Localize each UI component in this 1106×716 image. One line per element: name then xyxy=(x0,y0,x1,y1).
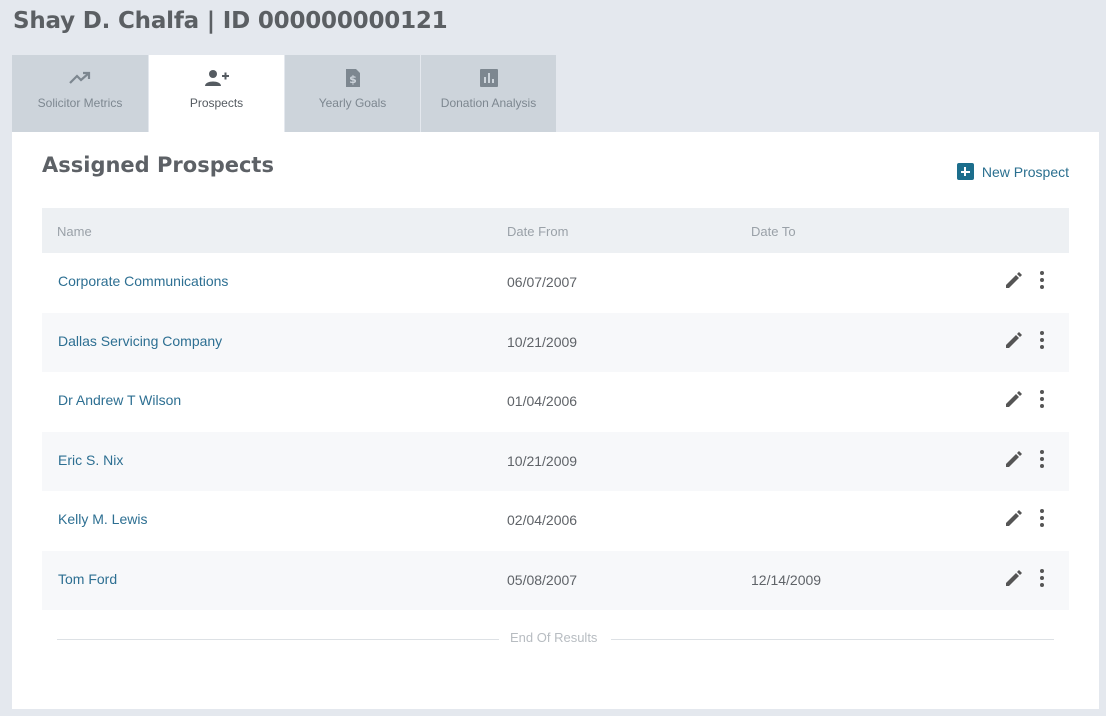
divider xyxy=(57,639,499,640)
table-row: Tom Ford 05/08/2007 12/14/2009 xyxy=(42,550,1069,610)
more-options-icon[interactable] xyxy=(1037,508,1047,533)
prospects-panel: Assigned Prospects New Prospect Name Dat… xyxy=(12,132,1099,709)
edit-icon[interactable] xyxy=(1004,270,1024,295)
date-from-cell: 06/07/2007 xyxy=(507,274,578,290)
column-header-date-to[interactable]: Date To xyxy=(751,224,796,239)
date-from-cell: 05/08/2007 xyxy=(507,571,578,588)
end-of-results: End Of Results xyxy=(57,630,1054,650)
tab-yearly-goals[interactable]: $ Yearly Goals xyxy=(284,55,420,132)
tab-label: Yearly Goals xyxy=(318,96,387,110)
bar-chart-icon xyxy=(479,67,498,89)
table-row: Dr Andrew T Wilson 01/04/2006 xyxy=(42,372,1069,432)
edit-icon[interactable] xyxy=(1004,449,1024,474)
add-person-icon xyxy=(204,67,230,89)
new-prospect-label: New Prospect xyxy=(981,163,1069,180)
table-row: Kelly M. Lewis 02/04/2006 xyxy=(42,491,1069,551)
prospect-name-link[interactable]: Eric S. Nix xyxy=(58,452,123,468)
table-header: Name Date From Date To xyxy=(42,208,1069,253)
table-row: Eric S. Nix 10/21/2009 xyxy=(42,431,1069,491)
more-options-icon[interactable] xyxy=(1037,389,1047,414)
edit-icon[interactable] xyxy=(1004,389,1024,414)
tab-donation-analysis[interactable]: Donation Analysis xyxy=(420,55,556,132)
edit-icon[interactable] xyxy=(1004,568,1024,593)
tab-prospects[interactable]: Prospects xyxy=(148,55,284,132)
prospect-name-link[interactable]: Kelly M. Lewis xyxy=(58,511,147,527)
date-to-cell: 12/14/2009 xyxy=(751,571,822,588)
more-options-icon[interactable] xyxy=(1037,568,1047,593)
date-from-cell: 10/21/2009 xyxy=(507,333,578,350)
edit-icon[interactable] xyxy=(1004,508,1024,533)
tab-label: Solicitor Metrics xyxy=(37,96,123,110)
tab-solicitor-metrics[interactable]: Solicitor Metrics xyxy=(12,55,148,132)
svg-text:$: $ xyxy=(349,73,357,86)
tab-label: Donation Analysis xyxy=(440,96,537,110)
column-header-date-from[interactable]: Date From xyxy=(507,224,568,239)
more-options-icon[interactable] xyxy=(1037,330,1047,355)
more-options-icon[interactable] xyxy=(1037,270,1047,295)
date-from-cell: 01/04/2006 xyxy=(507,393,578,409)
end-of-results-label: End Of Results xyxy=(510,630,598,645)
table-row: Dallas Servicing Company 10/21/2009 xyxy=(42,312,1069,372)
table-body: Corporate Communications 06/07/2007 Dall… xyxy=(42,253,1069,610)
prospect-name-link[interactable]: Dr Andrew T Wilson xyxy=(58,392,181,408)
column-header-name[interactable]: Name xyxy=(57,224,92,239)
dollar-document-icon: $ xyxy=(345,67,361,89)
prospect-name-link[interactable]: Dallas Servicing Company xyxy=(58,333,222,349)
prospects-table: Name Date From Date To Corporate Communi… xyxy=(42,208,1069,610)
plus-icon xyxy=(956,163,974,180)
trending-up-icon xyxy=(69,67,91,89)
page-title: Shay D. Chalfa | ID 000000000121 xyxy=(13,8,448,34)
tab-label: Prospects xyxy=(189,96,244,110)
more-options-icon[interactable] xyxy=(1037,449,1047,474)
prospect-name-link[interactable]: Corporate Communications xyxy=(58,273,228,289)
section-title: Assigned Prospects xyxy=(42,153,274,177)
divider xyxy=(611,639,1054,640)
tab-bar: Solicitor Metrics Prospects $ Yearly Goa… xyxy=(12,55,556,132)
date-from-cell: 10/21/2009 xyxy=(507,452,578,469)
date-from-cell: 02/04/2006 xyxy=(507,512,578,528)
edit-icon[interactable] xyxy=(1004,330,1024,355)
new-prospect-button[interactable]: New Prospect xyxy=(956,163,1069,180)
table-row: Corporate Communications 06/07/2007 xyxy=(42,253,1069,313)
prospect-name-link[interactable]: Tom Ford xyxy=(58,571,117,587)
